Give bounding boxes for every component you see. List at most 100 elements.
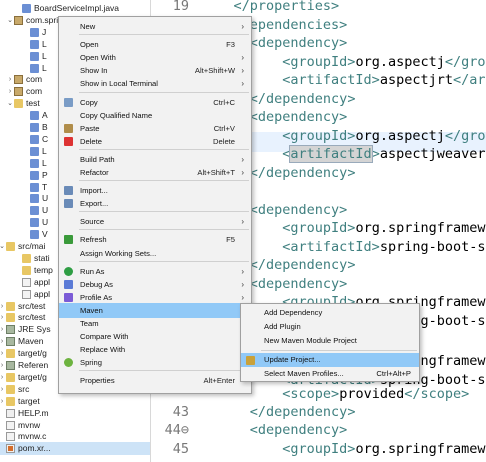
folder-file-icon — [6, 301, 15, 311]
profile-icon — [64, 292, 73, 302]
menu-item-label: New — [80, 22, 96, 31]
menu-separator — [79, 370, 249, 372]
lib-file-icon — [6, 337, 15, 347]
folder-file-icon — [6, 396, 15, 406]
menu-separator — [79, 34, 249, 36]
lib-file-icon — [6, 325, 15, 335]
tree-item[interactable]: pom.xr... — [0, 442, 150, 456]
menu-item-spring[interactable]: Spring› — [59, 355, 251, 370]
java-file-icon — [30, 194, 39, 204]
export-icon — [64, 199, 73, 209]
java-file-icon — [30, 182, 39, 192]
java-file-icon — [30, 39, 39, 49]
pkg-file-icon — [14, 87, 23, 97]
code-line[interactable]: </properties> — [201, 0, 340, 14]
update-icon — [246, 356, 255, 365]
folder-file-icon — [6, 372, 15, 382]
file-file-icon — [6, 420, 15, 430]
submenu-item-label: Update Project... — [264, 355, 321, 364]
menu-item-source[interactable]: Source › — [59, 214, 251, 229]
menu-item-label: Properties — [80, 376, 115, 386]
menu-separator — [79, 260, 249, 262]
menu-separator — [261, 350, 417, 351]
debug-icon — [64, 279, 73, 289]
menu-item-assign-working-sets[interactable]: Assign Working Sets... — [59, 246, 251, 261]
code-line[interactable]: </dependency> — [201, 404, 356, 420]
line-number: 43 — [172, 404, 189, 420]
menu-separator — [79, 229, 249, 231]
java-file-icon — [30, 123, 39, 132]
submenu-arrow-icon: › — [241, 217, 244, 227]
folder-file-icon — [6, 349, 15, 359]
delete-icon — [64, 136, 73, 146]
submenu-item-label: Add Plugin — [264, 322, 301, 331]
selected-word-highlight: artifactId — [289, 145, 373, 163]
menu-item-label: Spring — [80, 358, 102, 368]
java-file-icon — [30, 51, 39, 61]
submenu-item-select-maven-profiles[interactable]: Select Maven Profiles... Ctrl+Alt+P — [241, 367, 419, 381]
java-file-icon — [30, 170, 39, 180]
folder-file-icon — [6, 313, 15, 323]
menu-separator — [79, 180, 249, 182]
refresh-icon — [64, 235, 73, 245]
java-file-icon — [30, 158, 39, 168]
tree-item-label: pom.xr... — [18, 443, 51, 454]
menu-item-label: Delete — [80, 136, 102, 146]
menu-item-new[interactable]: New › — [59, 19, 251, 34]
menu-item-label: Assign Working Sets... — [80, 248, 157, 258]
spring-icon — [64, 358, 73, 368]
submenu-item-label: Select Maven Profiles... — [264, 369, 344, 378]
menu-item-show-in-local-terminal[interactable]: Show in Local Terminal › — [59, 76, 251, 91]
submenu-item-update-project[interactable]: Update Project... — [241, 353, 419, 367]
line-number: 45 — [172, 441, 189, 457]
menu-item-properties[interactable]: Properties Alt+Enter — [59, 373, 251, 388]
file-file-icon — [22, 277, 31, 287]
copy-icon — [64, 97, 73, 107]
code-line[interactable]: <dependency> — [201, 422, 348, 438]
menu-separator — [79, 148, 249, 150]
menu-item-shortcut: Delete — [213, 136, 235, 146]
java-file-icon — [30, 27, 39, 37]
folder-file-icon — [6, 242, 15, 251]
java-file-icon — [30, 134, 39, 144]
line-number: 44⊖ — [164, 422, 189, 438]
java-file-icon — [30, 206, 39, 216]
menu-item-refactor[interactable]: Refactor Alt+Shift+T › — [59, 165, 251, 180]
pkg-file-icon — [14, 75, 23, 85]
folder-file-icon — [14, 99, 23, 109]
run-icon — [64, 266, 73, 276]
menu-item-label: Source — [80, 217, 105, 227]
java-file-icon — [30, 146, 39, 156]
menu-item-delete[interactable]: Delete Delete — [59, 134, 251, 149]
submenu-item-label: Add Dependency — [264, 308, 323, 317]
line-number: 19 — [172, 0, 189, 14]
submenu-item-add-dependency[interactable]: Add Dependency — [241, 306, 419, 320]
submenu-arrow-icon: › — [241, 22, 244, 31]
folder-file-icon — [22, 253, 31, 263]
file-file-icon — [22, 289, 31, 299]
submenu-item-new-maven-module-project[interactable]: New Maven Module Project — [241, 334, 419, 348]
java-file-icon — [22, 4, 31, 13]
file-file-icon — [6, 432, 15, 442]
menu-item-shortcut: Alt+Shift+T — [197, 168, 235, 177]
maven-submenu: Add Dependency Add Plugin New Maven Module… — [240, 303, 420, 382]
menu-item-label: Show in Local Terminal — [80, 79, 158, 89]
menu-item-export[interactable]: Export... — [59, 196, 251, 211]
submenu-item-shortcut: Ctrl+Alt+P — [376, 369, 411, 378]
code-line[interactable]: <groupId>org.springframework</groupId> — [201, 441, 486, 457]
menu-item-label: Refactor — [80, 168, 109, 177]
paste-icon — [64, 123, 73, 133]
folder-file-icon — [6, 384, 15, 394]
java-file-icon — [30, 218, 39, 228]
java-file-icon — [30, 111, 39, 121]
md-file-icon — [6, 408, 15, 418]
java-file-icon — [30, 230, 39, 240]
folder-file-icon — [22, 265, 31, 275]
xml-file-icon — [6, 444, 15, 454]
java-file-icon — [30, 63, 39, 73]
context-menu: New › Open F3 Open With › Show In Alt+Shift+W › S… — [58, 16, 252, 394]
submenu-item-add-plugin[interactable]: Add Plugin — [241, 320, 419, 334]
lib-file-icon — [6, 361, 15, 370]
submenu-arrow-icon: › — [241, 168, 244, 177]
import-icon — [64, 186, 73, 196]
